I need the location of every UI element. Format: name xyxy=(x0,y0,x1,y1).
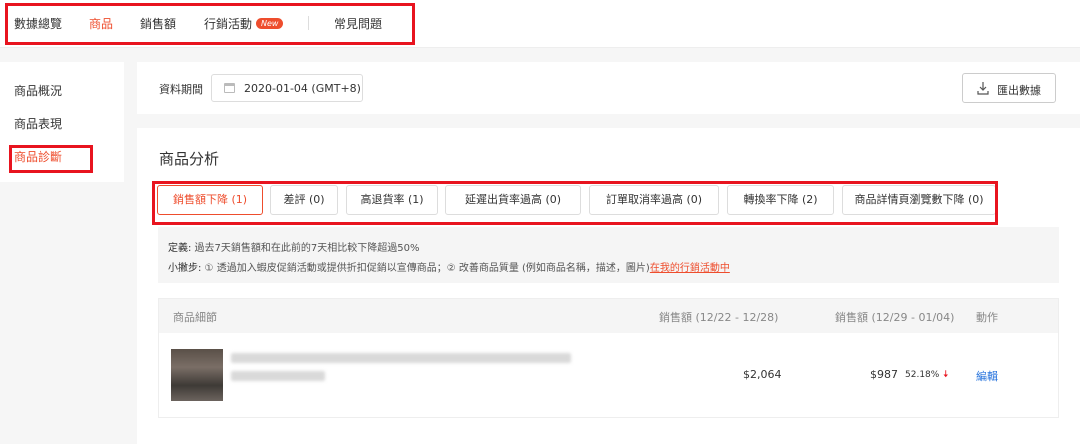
sidebar-item-performance[interactable]: 商品表現 xyxy=(14,115,62,132)
tab-high-return-rate[interactable]: 高退貨率 (1) xyxy=(346,185,438,215)
edit-link[interactable]: 編輯 xyxy=(976,368,998,384)
nav-sales[interactable]: 銷售額 xyxy=(140,15,176,32)
date-value: 2020-01-04 (GMT+8) xyxy=(244,82,361,95)
sidebar-item-overview[interactable]: 商品概況 xyxy=(14,82,62,99)
table-header: 商品細節 銷售額 (12/22 - 12/28) 銷售額 (12/29 - 01… xyxy=(159,299,1058,333)
tip-text: ① 透過加入蝦皮促銷活動或提供折扣促銷以宣傳商品；② 改善商品質量 (例如商品名… xyxy=(201,263,650,274)
nav-marketing[interactable]: 行銷活動 New xyxy=(204,15,284,32)
download-icon xyxy=(977,82,989,95)
analysis-panel: 商品分析 銷售額下降 (1) 差評 (0) 高退貨率 (1) 延遲出貨率過高 (… xyxy=(137,128,1080,444)
definition-label: 定義: xyxy=(168,243,192,254)
new-badge: New xyxy=(256,18,284,29)
export-button[interactable]: 匯出數據 xyxy=(962,73,1056,103)
product-thumbnail xyxy=(171,349,223,401)
date-picker[interactable]: 2020-01-04 (GMT+8) xyxy=(211,74,363,102)
nav-marketing-label: 行銷活動 xyxy=(204,17,253,31)
tab-negative-reviews[interactable]: 差評 (0) xyxy=(270,185,338,215)
section-title: 商品分析 xyxy=(159,150,220,168)
tip-line: 小撇步: ① 透過加入蝦皮促銷活動或提供折扣促銷以宣傳商品；② 改善商品質量 (… xyxy=(168,259,730,274)
marketing-link[interactable]: 在我的行銷活動中 xyxy=(650,263,730,274)
tab-late-shipment[interactable]: 延遲出貨率過高 (0) xyxy=(445,185,581,215)
tab-cancellation-rate[interactable]: 訂單取消率過高 (0) xyxy=(589,185,719,215)
period-label: 資料期間 xyxy=(159,83,203,96)
header-sales-curr: 銷售額 (12/29 - 01/04) xyxy=(835,311,955,324)
header-action: 動作 xyxy=(976,311,998,324)
sales-curr-value: $987 xyxy=(870,368,898,381)
nav-products[interactable]: 商品 xyxy=(89,15,113,32)
export-label: 匯出數據 xyxy=(997,84,1041,97)
sidebar: 商品概況 商品表現 商品診斷 xyxy=(0,62,124,182)
definition-box: 定義: 過去7天銷售額和在此前的7天相比較下降超過50% 小撇步: ① 透過加入… xyxy=(158,227,1059,283)
nav-data-overview[interactable]: 數據總覽 xyxy=(14,15,62,32)
header-product-detail: 商品細節 xyxy=(173,311,217,324)
product-name-blurred xyxy=(231,353,571,363)
sales-prev-value: $2,064 xyxy=(743,368,782,381)
nav-divider xyxy=(308,16,309,30)
tip-label: 小撇步: xyxy=(168,263,202,274)
calendar-icon xyxy=(224,83,235,93)
tab-page-views-decline[interactable]: 商品詳情頁瀏覽數下降 (0) xyxy=(842,185,996,215)
tab-sales-decline[interactable]: 銷售額下降 (1) xyxy=(157,185,263,215)
definition-line: 定義: 過去7天銷售額和在此前的7天相比較下降超過50% xyxy=(168,239,420,254)
sidebar-item-diagnosis[interactable]: 商品診斷 xyxy=(14,148,62,165)
tab-conversion-decline[interactable]: 轉換率下降 (2) xyxy=(727,185,834,215)
nav-faq[interactable]: 常見問題 xyxy=(334,15,382,32)
header-sales-prev: 銷售額 (12/22 - 12/28) xyxy=(659,311,779,324)
arrow-down-icon: 🠇 xyxy=(943,369,949,380)
product-table: 商品細節 銷售額 (12/22 - 12/28) 銷售額 (12/29 - 01… xyxy=(158,298,1059,418)
change-percent: 52.18% xyxy=(905,370,940,380)
top-nav: 數據總覽 商品 銷售額 行銷活動 New 常見問題 xyxy=(0,0,1080,48)
definition-text: 過去7天銷售額和在此前的7天相比較下降超過50% xyxy=(191,243,420,254)
product-variant-blurred xyxy=(231,371,325,381)
period-panel: 資料期間 2020-01-04 (GMT+8) 匯出數據 xyxy=(137,62,1080,114)
